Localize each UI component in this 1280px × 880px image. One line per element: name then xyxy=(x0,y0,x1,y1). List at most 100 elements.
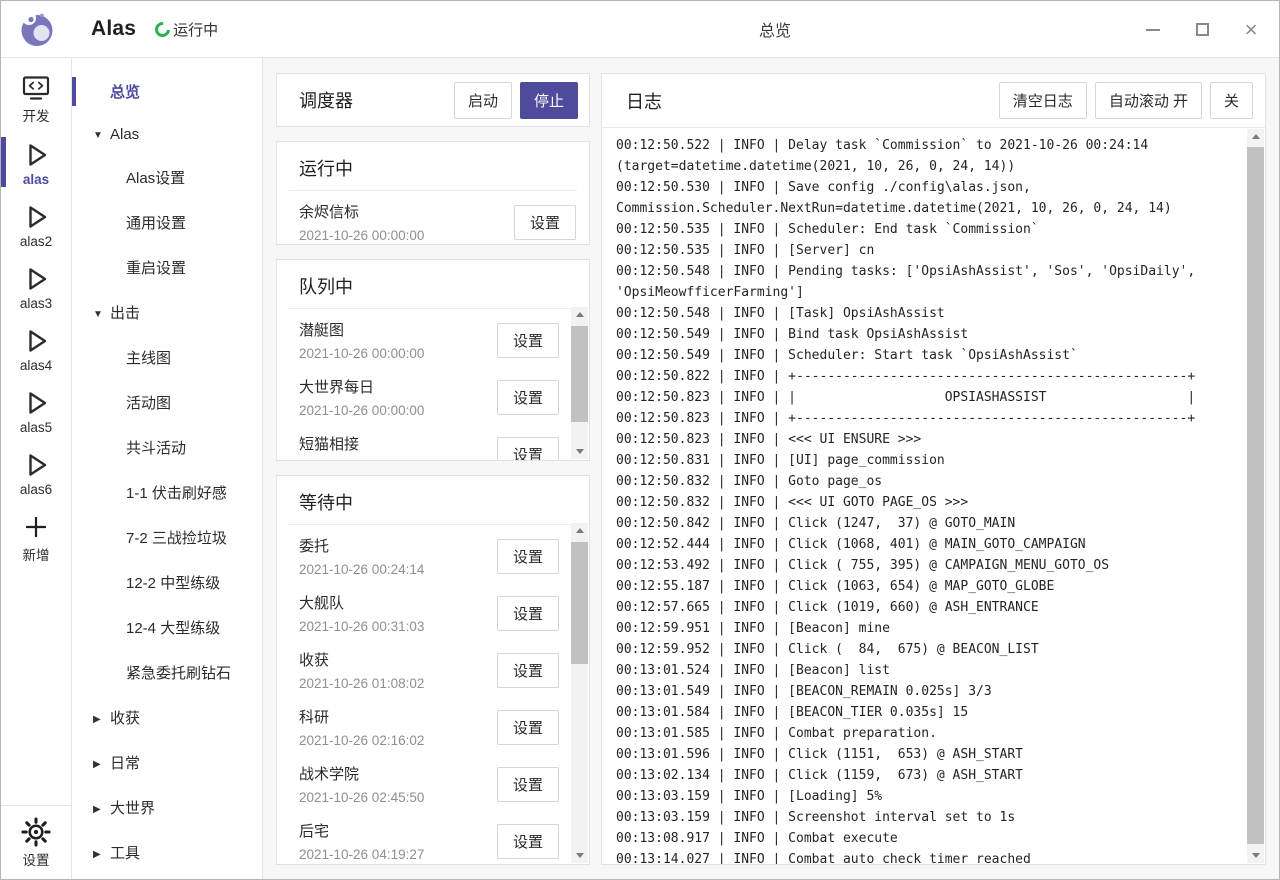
task-setting-button[interactable]: 设置 xyxy=(497,437,559,461)
log-line: 00:12:50.549 | INFO | Scheduler: Start t… xyxy=(616,345,1237,366)
task-setting-button[interactable]: 设置 xyxy=(497,824,559,859)
nav-item[interactable]: 共斗活动 xyxy=(72,429,262,466)
task-setting-button[interactable]: 设置 xyxy=(514,205,576,240)
task-time: 2021-10-26 00:24:14 xyxy=(299,562,424,577)
scroll-down-arrow-icon[interactable] xyxy=(1247,846,1264,863)
task-time: 2021-10-26 01:08:02 xyxy=(299,676,424,691)
task-setting-button[interactable]: 设置 xyxy=(497,710,559,745)
task-setting-button[interactable]: 设置 xyxy=(497,596,559,631)
task-name: 大世界每日 xyxy=(299,376,424,397)
nav-item[interactable]: ▼Alas xyxy=(72,118,262,151)
log-output[interactable]: 00:12:50.522 | INFO | Delay task `Commis… xyxy=(602,128,1265,864)
task-row: 短猫相接 2021-10-26 00:00:00 设置 xyxy=(277,425,572,460)
task-name: 大舰队 xyxy=(299,592,424,613)
nav-item-label: 日常 xyxy=(110,755,140,772)
log-line: 00:12:50.842 | INFO | Click (1247, 37) @… xyxy=(616,513,1237,534)
clear-log-button[interactable]: 清空日志 xyxy=(999,82,1087,119)
scroll-up-arrow-icon[interactable] xyxy=(571,523,588,540)
task-row: 后宅 2021-10-26 04:19:27 设置 xyxy=(277,812,572,864)
start-button[interactable]: 启动 xyxy=(454,82,512,119)
log-off-button[interactable]: 关 xyxy=(1210,82,1253,119)
task-row: 委托 2021-10-26 00:24:14 设置 xyxy=(277,527,572,584)
scroll-up-arrow-icon[interactable] xyxy=(571,307,588,324)
nav-item[interactable]: 7-2 三战捡垃圾 xyxy=(72,519,262,556)
rail-item[interactable]: alas6 xyxy=(1,441,71,503)
scheduler-title: 调度器 xyxy=(299,87,353,113)
window-controls: × xyxy=(1143,1,1261,58)
scroll-up-arrow-icon[interactable] xyxy=(1247,129,1264,146)
rail-item[interactable]: 新增 xyxy=(1,503,71,570)
nav-item[interactable]: ▼出击 xyxy=(72,294,262,331)
maximize-button[interactable] xyxy=(1192,20,1212,40)
task-time: 2021-10-26 02:16:02 xyxy=(299,733,424,748)
task-setting-button[interactable]: 设置 xyxy=(497,653,559,688)
nav-item[interactable]: 总览 xyxy=(72,73,262,110)
log-line: 00:13:02.134 | INFO | Click (1159, 673) … xyxy=(616,765,1237,786)
close-button[interactable]: × xyxy=(1241,20,1261,40)
waiting-task-list: 委托 2021-10-26 00:24:14 设置 大舰队 2021-10-26… xyxy=(277,525,572,864)
scroll-down-arrow-icon[interactable] xyxy=(571,846,588,863)
alas-logo-icon xyxy=(17,9,57,49)
nav-item[interactable]: ▶工具 xyxy=(72,834,262,871)
nav-item[interactable]: ▶收获 xyxy=(72,699,262,736)
nav-item[interactable]: 通用设置 xyxy=(72,204,262,241)
nav-item[interactable]: ▶日常 xyxy=(72,744,262,781)
nav-item[interactable]: 1-1 伏击刷好感 xyxy=(72,474,262,511)
log-line: 00:12:50.535 | INFO | Scheduler: End tas… xyxy=(616,219,1237,240)
running-task-list: 余烬信标 2021-10-26 00:00:00 设置 xyxy=(277,191,589,244)
nav-item-label: 出击 xyxy=(110,305,140,322)
pending-scrollbar[interactable] xyxy=(571,307,588,459)
log-line: 00:13:01.584 | INFO | [BEACON_TIER 0.035… xyxy=(616,702,1237,723)
rail-item-label: alas2 xyxy=(20,234,52,249)
rail-item[interactable]: alas xyxy=(1,131,71,193)
rail-item-settings[interactable]: 设置 xyxy=(1,808,71,875)
nav-item[interactable]: 主线图 xyxy=(72,339,262,376)
nav-item[interactable]: 重启设置 xyxy=(72,249,262,286)
task-setting-button[interactable]: 设置 xyxy=(497,539,559,574)
nav-item-label: 大世界 xyxy=(110,800,155,817)
rail-item[interactable]: alas2 xyxy=(1,193,71,255)
waiting-title: 等待中 xyxy=(277,476,589,524)
nav-item-label: 紧急委托刷钻石 xyxy=(126,665,231,682)
rail-item[interactable]: alas3 xyxy=(1,255,71,317)
nav-item-label: 12-4 大型练级 xyxy=(126,620,220,637)
task-row: 大舰队 2021-10-26 00:31:03 设置 xyxy=(277,584,572,641)
nav-item-label: 共斗活动 xyxy=(126,440,186,457)
task-setting-button[interactable]: 设置 xyxy=(497,380,559,415)
nav-item[interactable]: ▶大世界 xyxy=(72,789,262,826)
task-row: 科研 2021-10-26 02:16:02 设置 xyxy=(277,698,572,755)
stop-button[interactable]: 停止 xyxy=(520,82,578,119)
scrollbar-thumb[interactable] xyxy=(571,326,588,422)
log-scrollbar[interactable] xyxy=(1247,129,1264,863)
nav-item[interactable]: 活动图 xyxy=(72,384,262,421)
log-line: 00:12:50.535 | INFO | [Server] cn xyxy=(616,240,1237,261)
task-setting-button[interactable]: 设置 xyxy=(497,323,559,358)
task-row: 大世界每日 2021-10-26 00:00:00 设置 xyxy=(277,368,572,425)
nav-item-label: 7-2 三战捡垃圾 xyxy=(126,530,227,547)
nav-item-label: 1-1 伏击刷好感 xyxy=(126,485,227,502)
scrollbar-thumb[interactable] xyxy=(571,542,588,664)
rail-item[interactable]: 开发 xyxy=(1,64,71,131)
task-name: 潜艇图 xyxy=(299,319,424,340)
scroll-down-arrow-icon[interactable] xyxy=(571,442,588,459)
play-icon xyxy=(21,388,51,418)
task-setting-button[interactable]: 设置 xyxy=(497,767,559,802)
log-line: 00:12:50.530 | INFO | Save config ./conf… xyxy=(616,177,1237,219)
scheduler-status: 运行中 xyxy=(173,19,218,40)
nav-item[interactable]: 12-2 中型练级 xyxy=(72,564,262,601)
waiting-scrollbar[interactable] xyxy=(571,523,588,863)
rail-item-label: 设置 xyxy=(23,849,50,869)
rail-item[interactable]: alas4 xyxy=(1,317,71,379)
minimize-button[interactable] xyxy=(1143,20,1163,40)
task-name: 后宅 xyxy=(299,820,424,841)
scrollbar-thumb[interactable] xyxy=(1247,147,1264,844)
nav-item[interactable]: 12-4 大型练级 xyxy=(72,609,262,646)
rail-item-label: alas xyxy=(23,172,49,187)
log-line: 00:13:01.585 | INFO | Combat preparation… xyxy=(616,723,1237,744)
group-arrow-icon: ▶ xyxy=(93,849,110,860)
rail-item[interactable]: alas5 xyxy=(1,379,71,441)
autoscroll-toggle-button[interactable]: 自动滚动 开 xyxy=(1095,82,1202,119)
nav-item[interactable]: Alas设置 xyxy=(72,159,262,196)
nav-item[interactable]: 紧急委托刷钻石 xyxy=(72,654,262,691)
nav-item-label: Alas xyxy=(110,126,139,143)
